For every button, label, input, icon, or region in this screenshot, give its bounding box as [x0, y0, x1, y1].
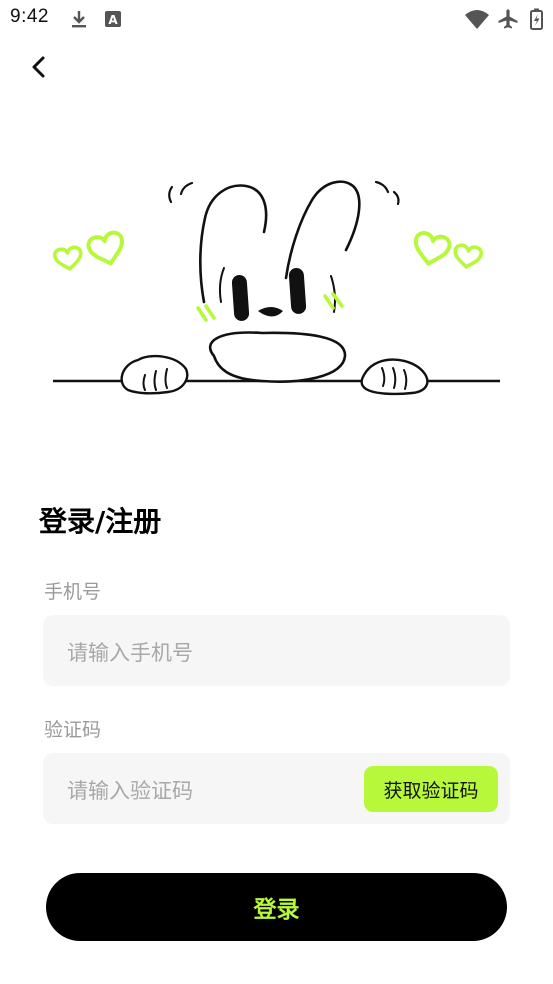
wifi-icon [465, 10, 489, 29]
chevron-left-icon [32, 56, 45, 78]
phone-placeholder: 请输入手机号 [67, 641, 193, 665]
login-button[interactable]: 登录 [46, 873, 507, 941]
code-input[interactable]: 请输入验证码 获取验证码 [43, 753, 510, 824]
svg-text:A: A [108, 13, 118, 27]
code-label: 验证码 [44, 719, 102, 741]
airplane-icon [498, 9, 518, 29]
phone-label: 手机号 [44, 581, 102, 603]
code-placeholder: 请输入验证码 [67, 779, 193, 803]
download-icon [72, 11, 86, 28]
phone-input[interactable]: 请输入手机号 [43, 615, 510, 686]
battery-icon [530, 8, 543, 30]
back-button[interactable] [22, 50, 56, 84]
page-title: 登录/注册 [39, 505, 162, 538]
status-bar: 9:42 A [0, 0, 553, 38]
status-time: 9:42 [10, 6, 49, 27]
bunny-illustration [53, 180, 500, 396]
get-code-button[interactable]: 获取验证码 [364, 766, 498, 812]
keyboard-a-icon: A [105, 11, 121, 27]
